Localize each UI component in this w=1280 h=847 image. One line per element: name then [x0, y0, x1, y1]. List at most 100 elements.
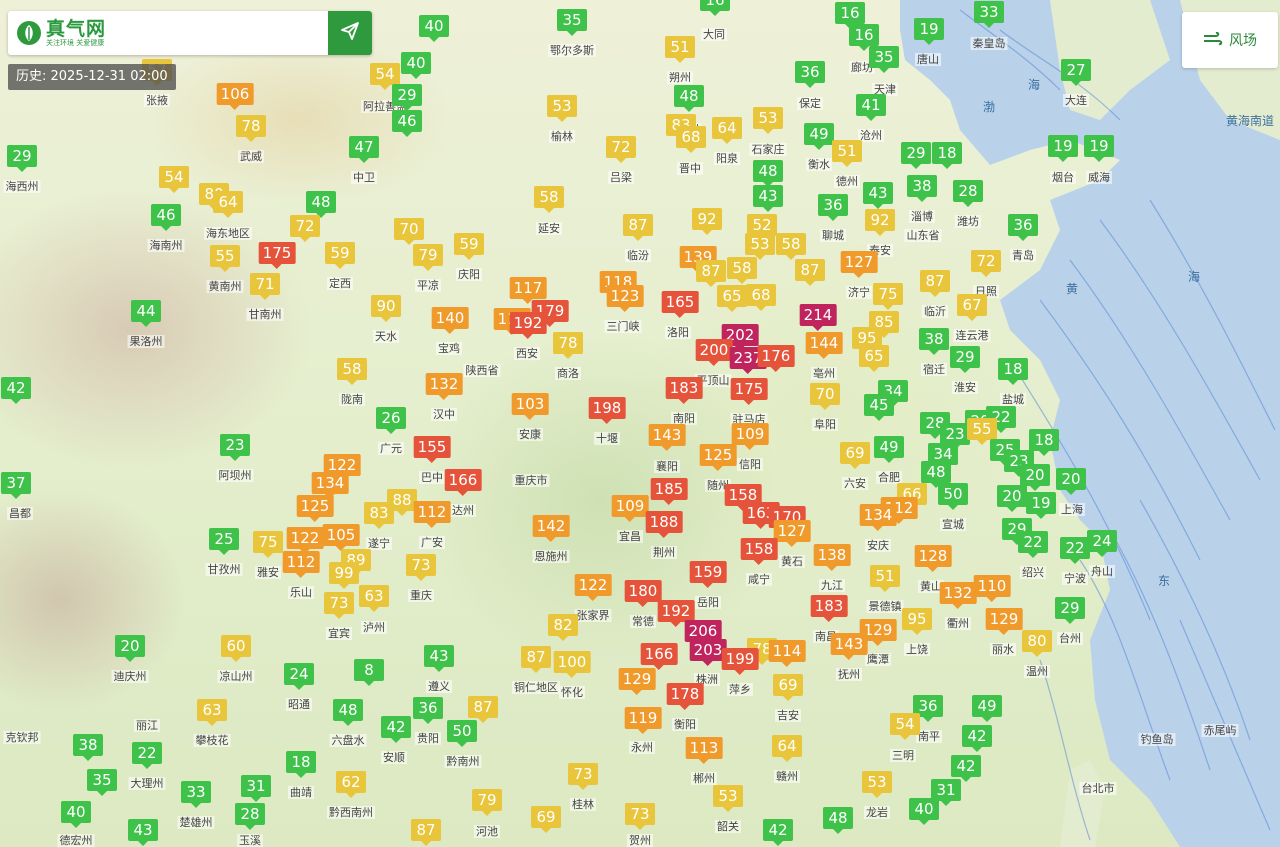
aqi-marker[interactable]: 95: [902, 608, 932, 635]
aqi-marker[interactable]: 125: [699, 444, 737, 471]
aqi-marker[interactable]: 43: [753, 185, 783, 212]
aqi-marker[interactable]: 65: [859, 345, 889, 372]
aqi-marker[interactable]: 49: [972, 695, 1002, 722]
aqi-marker[interactable]: 18: [998, 358, 1028, 385]
aqi-marker[interactable]: 44: [131, 300, 161, 327]
aqi-marker[interactable]: 103: [511, 393, 549, 420]
aqi-marker[interactable]: 53: [713, 785, 743, 812]
aqi-marker[interactable]: 20: [1056, 468, 1086, 495]
aqi-marker[interactable]: 122: [286, 527, 324, 554]
aqi-marker[interactable]: 29: [950, 346, 980, 373]
aqi-marker[interactable]: 200: [695, 339, 733, 366]
aqi-marker[interactable]: 50: [938, 483, 968, 510]
aqi-marker[interactable]: 46: [151, 204, 181, 231]
aqi-marker[interactable]: 8: [354, 659, 384, 686]
aqi-marker[interactable]: 58: [776, 233, 806, 260]
aqi-marker[interactable]: 166: [640, 643, 678, 670]
aqi-marker[interactable]: 48: [306, 191, 336, 218]
aqi-marker[interactable]: 123: [606, 285, 644, 312]
aqi-marker[interactable]: 92: [692, 208, 722, 235]
aqi-marker[interactable]: 165: [661, 291, 699, 318]
aqi-marker[interactable]: 58: [337, 358, 367, 385]
aqi-marker[interactable]: 158: [740, 538, 778, 565]
aqi-marker[interactable]: 42: [381, 716, 411, 743]
aqi-marker[interactable]: 143: [648, 424, 686, 451]
aqi-marker[interactable]: 112: [282, 551, 320, 578]
aqi-marker[interactable]: 75: [253, 531, 283, 558]
aqi-marker[interactable]: 119: [624, 707, 662, 734]
aqi-marker[interactable]: 42: [951, 755, 981, 782]
aqi-marker[interactable]: 127: [840, 251, 878, 278]
aqi-marker[interactable]: 70: [394, 218, 424, 245]
aqi-marker[interactable]: 29: [1055, 597, 1085, 624]
aqi-marker[interactable]: 29: [901, 142, 931, 169]
aqi-marker[interactable]: 198: [588, 397, 626, 424]
aqi-marker[interactable]: 92: [865, 209, 895, 236]
aqi-marker[interactable]: 138: [813, 544, 851, 571]
aqi-marker[interactable]: 132: [425, 373, 463, 400]
aqi-marker[interactable]: 68: [746, 284, 776, 311]
aqi-marker[interactable]: 53: [862, 771, 892, 798]
aqi-marker[interactable]: 16: [849, 24, 879, 51]
aqi-marker[interactable]: 55: [967, 418, 997, 445]
aqi-marker[interactable]: 129: [985, 608, 1023, 635]
aqi-marker[interactable]: 42: [962, 725, 992, 752]
aqi-marker[interactable]: 214: [799, 304, 837, 331]
aqi-marker[interactable]: 51: [665, 36, 695, 63]
aqi-marker[interactable]: 49: [804, 123, 834, 150]
aqi-marker[interactable]: 122: [574, 574, 612, 601]
aqi-marker[interactable]: 87: [920, 270, 950, 297]
aqi-marker[interactable]: 35: [557, 9, 587, 36]
aqi-marker[interactable]: 54: [890, 713, 920, 740]
aqi-marker[interactable]: 117: [509, 277, 547, 304]
aqi-marker[interactable]: 40: [61, 801, 91, 828]
aqi-marker[interactable]: 73: [568, 763, 598, 790]
aqi-marker[interactable]: 129: [618, 668, 656, 695]
aqi-marker[interactable]: 142: [532, 515, 570, 542]
aqi-marker[interactable]: 42: [1, 377, 31, 404]
aqi-marker[interactable]: 36: [413, 697, 443, 724]
aqi-marker[interactable]: 87: [468, 696, 498, 723]
aqi-marker[interactable]: 55: [210, 245, 240, 272]
aqi-marker[interactable]: 42: [763, 819, 793, 846]
aqi-marker[interactable]: 48: [753, 160, 783, 187]
aqi-marker[interactable]: 80: [1022, 630, 1052, 657]
aqi-marker[interactable]: 38: [907, 175, 937, 202]
aqi-marker[interactable]: 28: [235, 803, 265, 830]
aqi-marker[interactable]: 33: [181, 781, 211, 808]
aqi-marker[interactable]: 128: [914, 545, 952, 572]
aqi-marker[interactable]: 134: [859, 504, 897, 531]
aqi-marker[interactable]: 109: [611, 495, 649, 522]
aqi-marker[interactable]: 178: [666, 683, 704, 710]
aqi-marker[interactable]: 31: [241, 775, 271, 802]
aqi-marker[interactable]: 40: [401, 52, 431, 79]
aqi-marker[interactable]: 24: [284, 663, 314, 690]
aqi-marker[interactable]: 67: [957, 294, 987, 321]
aqi-marker[interactable]: 71: [250, 273, 280, 300]
aqi-marker[interactable]: 45: [864, 394, 894, 421]
aqi-marker[interactable]: 37: [1, 472, 31, 499]
aqi-marker[interactable]: 83: [364, 502, 394, 529]
aqi-marker[interactable]: 18: [932, 142, 962, 169]
aqi-marker[interactable]: 28: [953, 180, 983, 207]
aqi-marker[interactable]: 72: [971, 250, 1001, 277]
aqi-marker[interactable]: 18: [286, 751, 316, 778]
aqi-marker[interactable]: 16: [835, 2, 865, 29]
aqi-marker[interactable]: 24: [1087, 530, 1117, 557]
aqi-marker[interactable]: 43: [128, 819, 158, 846]
aqi-marker[interactable]: 72: [606, 136, 636, 163]
aqi-marker[interactable]: 175: [730, 378, 768, 405]
aqi-marker[interactable]: 38: [919, 328, 949, 355]
aqi-marker[interactable]: 75: [873, 283, 903, 310]
aqi-marker[interactable]: 46: [392, 110, 422, 137]
aqi-marker[interactable]: 127: [773, 520, 811, 547]
aqi-marker[interactable]: 35: [869, 46, 899, 73]
aqi-marker[interactable]: 65: [717, 285, 747, 312]
aqi-marker[interactable]: 19: [1048, 135, 1078, 162]
aqi-marker[interactable]: 48: [921, 461, 951, 488]
aqi-marker[interactable]: 36: [795, 61, 825, 88]
aqi-marker[interactable]: 180: [624, 580, 662, 607]
aqi-marker[interactable]: 155: [413, 436, 451, 463]
aqi-marker[interactable]: 105: [322, 524, 360, 551]
aqi-marker[interactable]: 64: [712, 117, 742, 144]
